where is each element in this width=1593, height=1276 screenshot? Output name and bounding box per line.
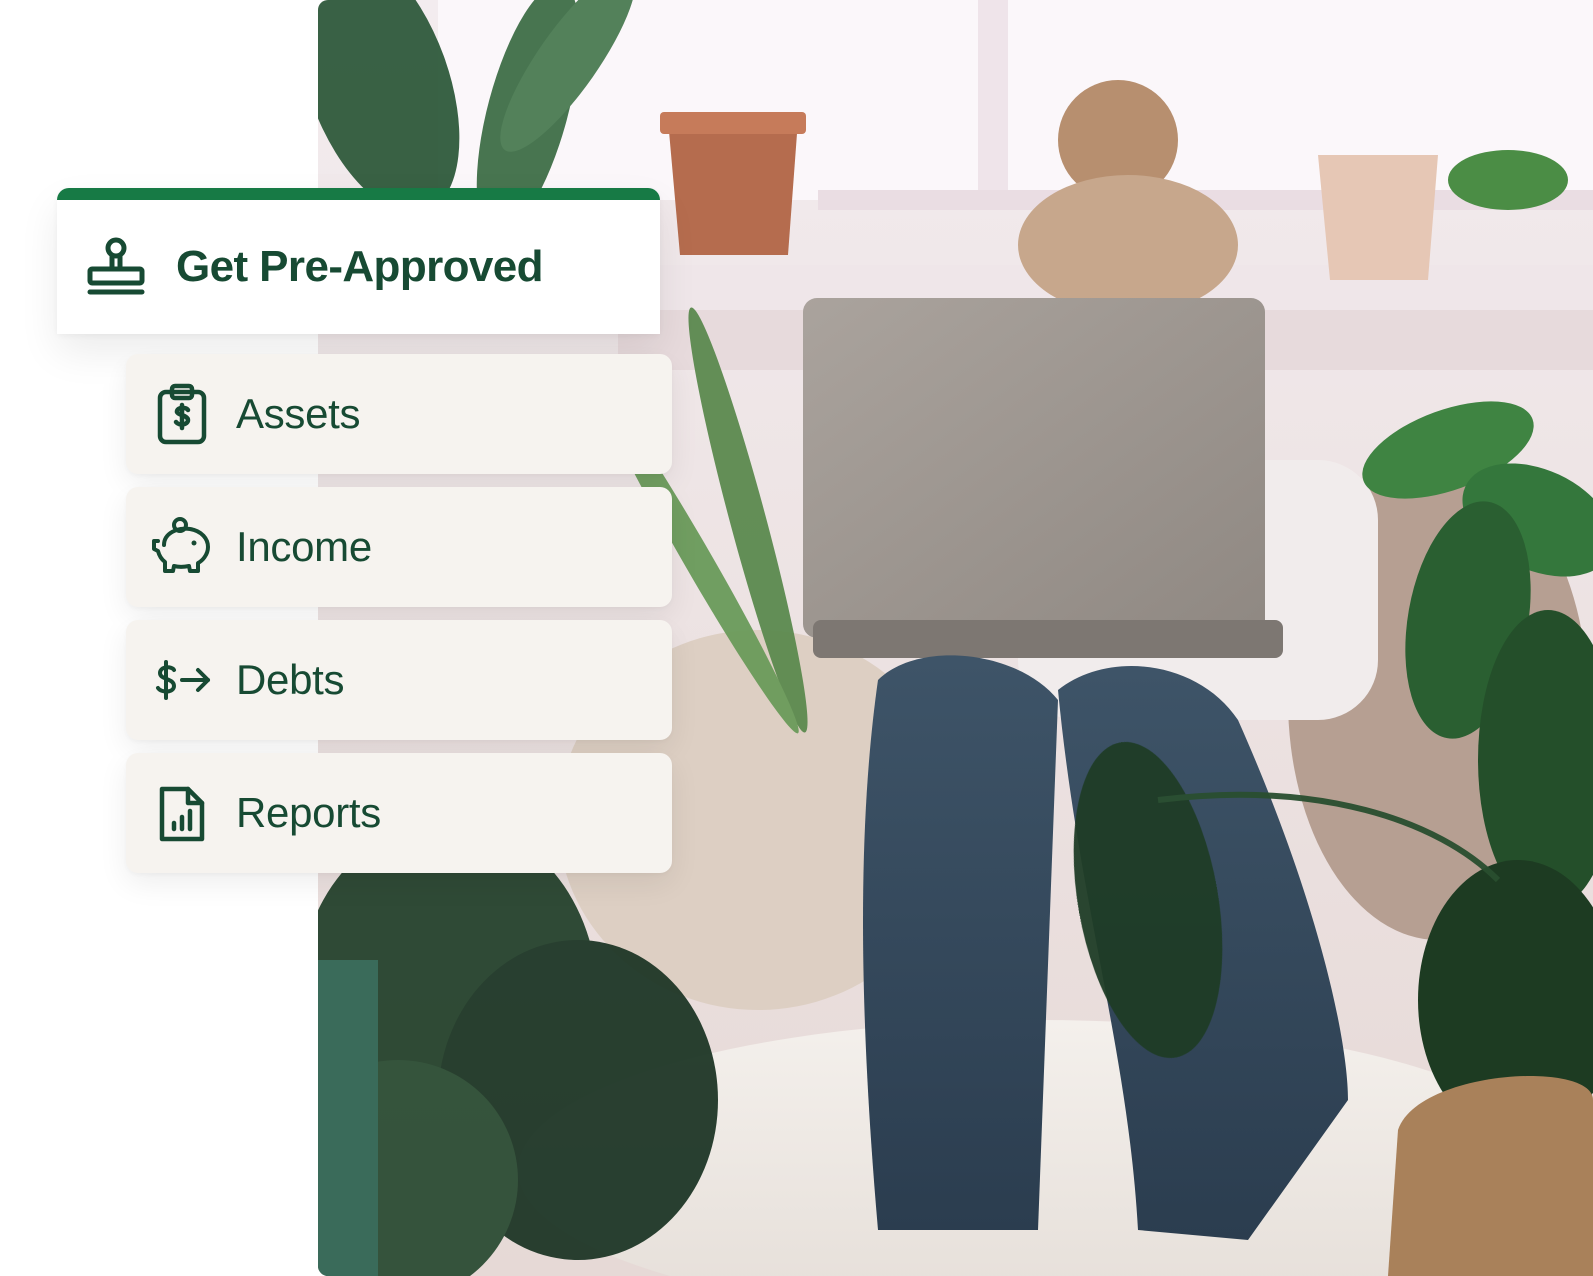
- menu-item-reports[interactable]: Reports: [126, 753, 672, 873]
- clipboard-dollar-icon: [150, 382, 214, 446]
- document-chart-icon: [150, 781, 214, 845]
- menu-item-label: Income: [236, 523, 372, 570]
- stamp-icon: [84, 235, 148, 299]
- dollar-arrow-icon: [150, 648, 214, 712]
- card-title: Get Pre-Approved: [176, 242, 544, 291]
- menu-item-label: Assets: [236, 390, 361, 437]
- get-pre-approved-card[interactable]: Get Pre-Approved: [57, 188, 660, 334]
- menu-item-label: Reports: [236, 789, 381, 836]
- menu-item-assets[interactable]: Assets: [126, 354, 672, 474]
- piggy-bank-icon: [150, 515, 214, 579]
- menu-item-debts[interactable]: Debts: [126, 620, 672, 740]
- menu-item-label: Debts: [236, 656, 345, 703]
- menu-item-income[interactable]: Income: [126, 487, 672, 607]
